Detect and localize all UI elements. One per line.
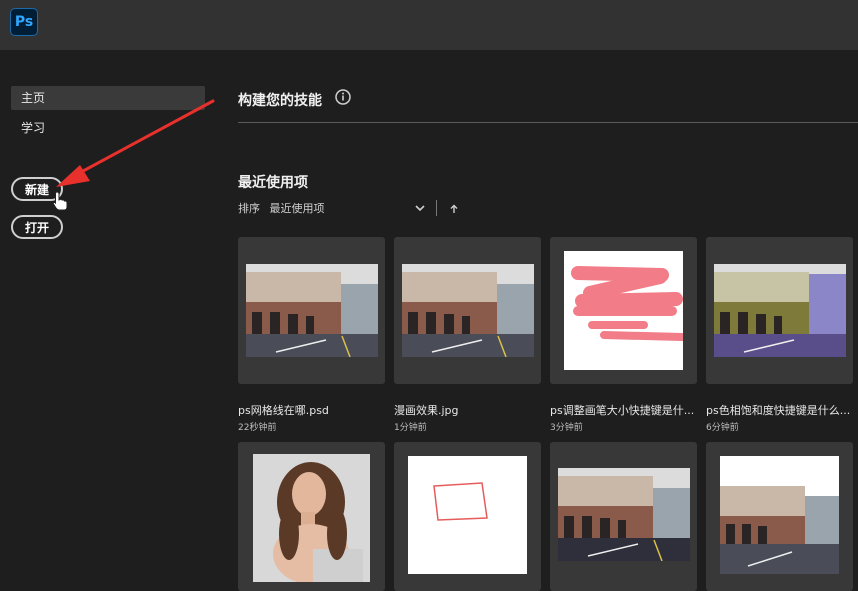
recent-file-card[interactable] bbox=[394, 442, 541, 591]
file-thumbnail-pink-strokes bbox=[564, 251, 683, 370]
file-time: 1分钟前 bbox=[394, 423, 427, 433]
recent-file-card[interactable] bbox=[706, 237, 853, 384]
chevron-down-icon[interactable] bbox=[414, 204, 426, 214]
sort-arrow-up-icon[interactable] bbox=[449, 204, 459, 214]
file-thumbnail-street bbox=[246, 264, 378, 357]
section-divider bbox=[238, 122, 858, 123]
sort-label: 排序 bbox=[238, 202, 260, 215]
file-name[interactable]: ps色相饱和度快捷键是什么... bbox=[706, 402, 856, 418]
hand-cursor-icon bbox=[52, 191, 68, 211]
skills-title: 构建您的技能 bbox=[238, 93, 322, 109]
top-bar: Ps bbox=[0, 0, 858, 50]
recent-file-card[interactable] bbox=[238, 442, 385, 591]
recent-title: 最近使用项 bbox=[238, 175, 308, 191]
file-thumbnail-street bbox=[720, 456, 839, 574]
file-thumbnail-street bbox=[558, 468, 690, 561]
sort-divider bbox=[436, 200, 437, 216]
recent-file-card[interactable] bbox=[550, 442, 697, 591]
recent-file-card[interactable] bbox=[550, 237, 697, 384]
info-icon[interactable] bbox=[335, 89, 351, 105]
file-thumbnail-quad bbox=[408, 456, 527, 574]
file-time: 6分钟前 bbox=[706, 423, 739, 433]
ps-logo-icon[interactable]: Ps bbox=[10, 8, 38, 36]
file-name[interactable]: ps调整画笔大小快捷键是什... bbox=[550, 402, 700, 418]
recent-file-card[interactable] bbox=[394, 237, 541, 384]
sort-select[interactable]: 最近使用项 bbox=[270, 202, 325, 215]
open-button[interactable]: 打开 bbox=[11, 215, 64, 239]
file-time: 3分钟前 bbox=[550, 423, 583, 433]
sort-row: 排序 最近使用项 bbox=[238, 200, 325, 218]
annotation-arrow-icon bbox=[56, 99, 215, 187]
file-name[interactable]: ps网格线在哪.psd bbox=[238, 402, 388, 418]
recent-file-card[interactable] bbox=[238, 237, 385, 384]
file-thumbnail-portrait bbox=[253, 454, 370, 582]
recent-file-card[interactable] bbox=[706, 442, 853, 591]
file-thumbnail-street-purple bbox=[714, 264, 846, 357]
file-time: 22秒钟前 bbox=[238, 423, 277, 433]
file-name[interactable]: 漫画效果.jpg bbox=[394, 402, 544, 418]
file-thumbnail-street bbox=[402, 264, 534, 357]
